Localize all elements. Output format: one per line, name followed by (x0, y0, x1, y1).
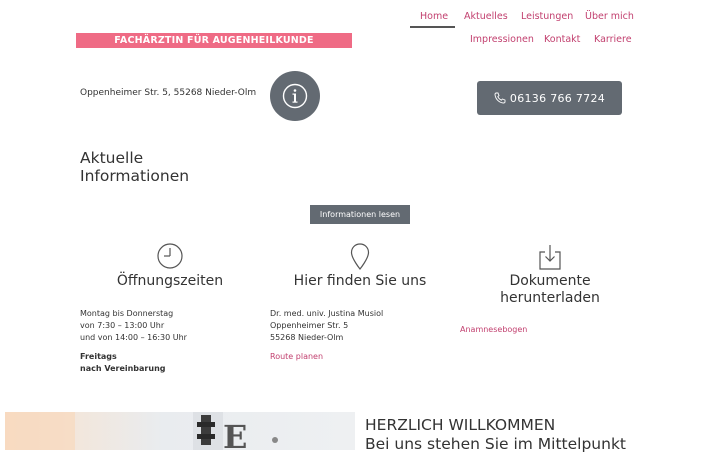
phone-button[interactable]: 06136 766 7724 (477, 81, 622, 115)
street: Oppenheimer Str. 5 (270, 321, 349, 330)
nav-impressionen[interactable]: Impressionen (470, 34, 534, 45)
hero-image: E (5, 412, 355, 450)
specialty-banner[interactable]: FACHÄRZTIN FÜR AUGENHEILKUNDE (76, 33, 352, 48)
news-heading-line1: Aktuelle (80, 149, 144, 167)
hours-line: Montag bis Donnerstag (80, 309, 174, 318)
header-address: Oppenheimer Str. 5, 55268 Nieder-Olm (80, 88, 257, 98)
info-button[interactable] (270, 71, 320, 121)
documents-title-line1: Dokumente (509, 273, 591, 289)
info-icon (282, 83, 308, 109)
nav-home[interactable]: Home (420, 11, 448, 22)
anamnese-link[interactable]: Anamnesebogen (460, 325, 527, 334)
route-link[interactable]: Route planen (270, 352, 323, 361)
welcome-subheading: Bei uns stehen Sie im Mittelpunkt (365, 435, 627, 453)
hours-friday-label: Freitags (80, 352, 117, 361)
phone-number: 06136 766 7724 (509, 91, 606, 105)
hours-friday: Freitags nach Vereinbarung (80, 351, 166, 375)
nav-kontakt[interactable]: Kontakt (544, 34, 580, 45)
nav-karriere[interactable]: Karriere (594, 34, 632, 45)
download-icon (539, 245, 561, 270)
phone-icon (494, 92, 506, 104)
read-info-button[interactable]: Informationen lesen (310, 205, 410, 224)
news-heading-line2: Informationen (80, 167, 190, 185)
hours-title: Öffnungszeiten (116, 273, 224, 289)
location-title: Hier finden Sie uns (293, 273, 427, 289)
svg-text:E: E (223, 418, 247, 450)
hours-details: Montag bis Donnerstag von 7:30 – 13:00 U… (80, 308, 187, 344)
nav-aktuelles[interactable]: Aktuelles (464, 11, 508, 22)
clock-icon (157, 243, 183, 269)
specialty-banner-text: FACHÄRZTIN FÜR AUGENHEILKUNDE (114, 35, 314, 46)
nav-active-indicator (410, 26, 455, 28)
location-details: Dr. med. univ. Justina Musiol Oppenheime… (270, 308, 383, 344)
nav-ueber-mich[interactable]: Über mich (585, 11, 634, 22)
nav-leistungen[interactable]: Leistungen (521, 11, 573, 22)
map-pin-icon (350, 243, 370, 270)
hours-line: und von 14:00 – 16:30 Uhr (80, 333, 187, 342)
hours-line: von 7:30 – 13:00 Uhr (80, 321, 165, 330)
city: 55268 Nieder-Olm (270, 333, 344, 342)
doctor-name: Dr. med. univ. Justina Musiol (270, 309, 384, 318)
welcome-heading: HERZLICH WILLKOMMEN (365, 416, 556, 434)
news-heading: Aktuelle Informationen (80, 149, 280, 185)
documents-title: Dokumente herunterladen (460, 273, 640, 307)
hours-friday-note: nach Vereinbarung (80, 364, 166, 373)
documents-title-line2: herunterladen (500, 290, 600, 306)
eye-chart-photo: E (5, 412, 278, 450)
